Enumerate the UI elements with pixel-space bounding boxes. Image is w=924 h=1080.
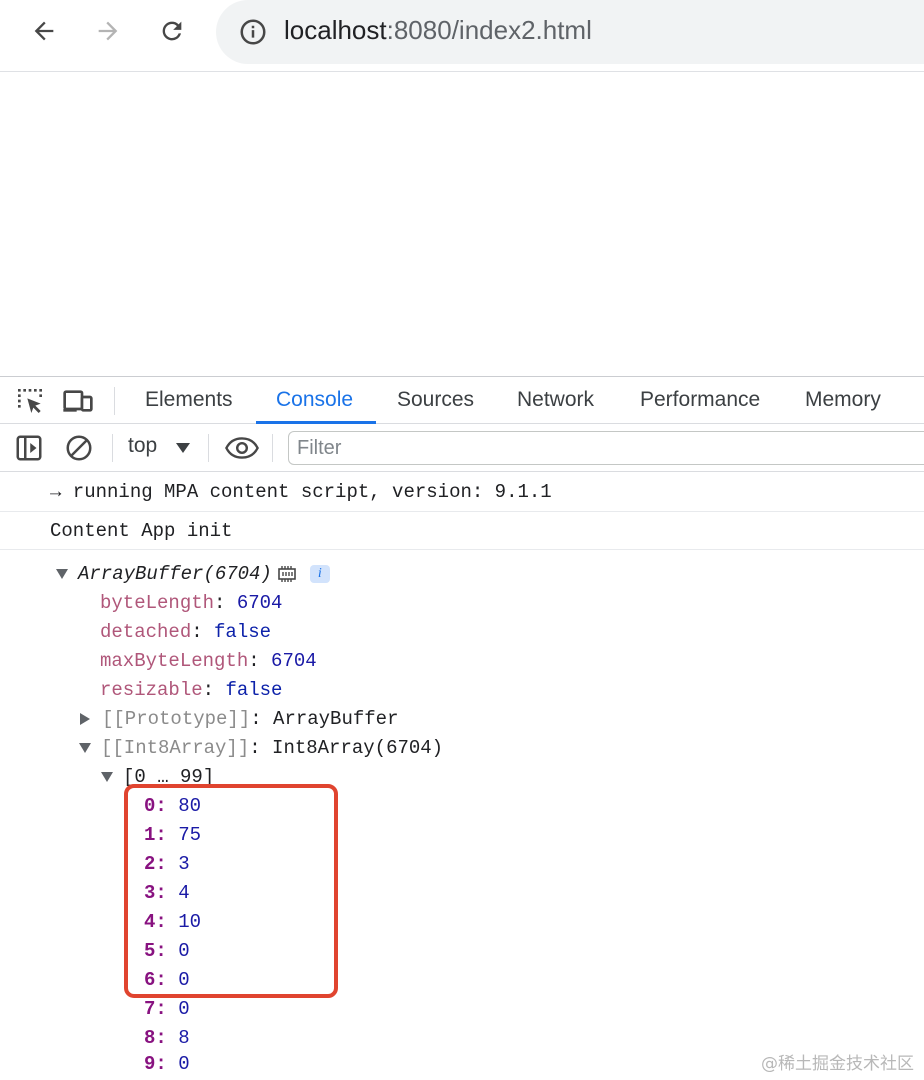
array-item: 7: 0 bbox=[144, 998, 190, 1020]
context-selector[interactable]: top bbox=[128, 434, 157, 458]
memory-inspector-icon[interactable] bbox=[276, 565, 298, 583]
arrow-right-icon bbox=[98, 21, 118, 41]
array-index: 7 bbox=[144, 998, 156, 1020]
tab-sources[interactable]: Sources bbox=[397, 377, 474, 424]
property-value: false bbox=[225, 679, 283, 701]
object-header[interactable]: ArrayBuffer(6704) i bbox=[56, 560, 330, 589]
array-index: 8 bbox=[144, 1027, 156, 1049]
url-host: localhost bbox=[284, 15, 387, 45]
property-value: Int8Array(6704) bbox=[272, 737, 444, 759]
property-key: [[Int8Array]] bbox=[101, 737, 250, 759]
forward-button[interactable] bbox=[88, 11, 128, 51]
array-item: 8: 8 bbox=[144, 1027, 190, 1049]
console-message-text: Content App init bbox=[50, 520, 233, 542]
arrow-left-icon bbox=[34, 21, 54, 41]
console-message-text: → running MPA content script, version: 9… bbox=[50, 481, 552, 503]
array-item: 9: 0 bbox=[144, 1053, 190, 1075]
property-key: resizable bbox=[100, 679, 203, 701]
expand-triangle-icon[interactable] bbox=[101, 771, 113, 782]
property-value: ArrayBuffer bbox=[273, 708, 399, 730]
device-toolbar-icon[interactable] bbox=[62, 385, 94, 417]
tab-console[interactable]: Console bbox=[276, 377, 353, 424]
array-value: 0 bbox=[178, 1053, 190, 1075]
int8array-row[interactable]: [[Int8Array]]: Int8Array(6704) bbox=[79, 734, 443, 763]
expand-triangle-icon[interactable] bbox=[79, 742, 91, 753]
tab-memory[interactable]: Memory bbox=[805, 377, 881, 424]
console-toolbar: top bbox=[0, 424, 924, 472]
object-header-text: ArrayBuffer(6704) bbox=[78, 563, 272, 585]
array-value: 8 bbox=[178, 1027, 190, 1049]
eye-icon[interactable] bbox=[224, 433, 260, 463]
info-icon[interactable] bbox=[238, 17, 268, 47]
url-path: :8080/index2.html bbox=[386, 15, 592, 45]
inspect-element-icon[interactable] bbox=[14, 385, 46, 417]
property-value: false bbox=[214, 621, 272, 643]
sidebar-toggle-icon[interactable] bbox=[14, 433, 44, 463]
property-key: byteLength bbox=[100, 592, 215, 614]
toolbar-divider bbox=[208, 434, 209, 462]
clear-console-icon[interactable] bbox=[64, 433, 94, 463]
prototype-row[interactable]: [[Prototype]]: ArrayBuffer bbox=[80, 705, 398, 734]
toolbar-divider bbox=[114, 387, 115, 415]
expand-triangle-icon[interactable] bbox=[80, 712, 90, 725]
property-value: 6704 bbox=[236, 592, 283, 614]
back-button[interactable] bbox=[24, 11, 64, 51]
property-value: 6704 bbox=[271, 650, 317, 672]
highlight-annotation-box bbox=[124, 784, 338, 998]
toolbar-divider bbox=[112, 434, 113, 462]
console-message: → running MPA content script, version: 9… bbox=[0, 472, 924, 512]
array-value: 0 bbox=[178, 998, 190, 1020]
property-row: detached: false bbox=[100, 621, 272, 643]
chevron-down-icon[interactable] bbox=[176, 443, 190, 453]
array-index: 9 bbox=[144, 1053, 156, 1075]
tab-performance[interactable]: Performance bbox=[640, 377, 760, 424]
reload-icon bbox=[162, 21, 182, 41]
property-key: maxByteLength bbox=[100, 650, 249, 672]
tab-elements[interactable]: Elements bbox=[145, 377, 233, 424]
reload-button[interactable] bbox=[152, 11, 192, 51]
url-text[interactable]: localhost:8080/index2.html bbox=[284, 15, 592, 46]
console-message: Content App init bbox=[0, 512, 924, 550]
property-key: [[Prototype]] bbox=[102, 708, 251, 730]
devtools-tabbar: Elements Console Sources Network Perform… bbox=[0, 376, 924, 424]
filter-input[interactable] bbox=[288, 431, 924, 465]
info-badge[interactable]: i bbox=[309, 564, 330, 583]
expand-triangle-icon[interactable] bbox=[56, 568, 68, 579]
property-row: byteLength: 6704 bbox=[100, 592, 283, 614]
property-row: resizable: false bbox=[100, 679, 283, 701]
property-row: maxByteLength: 6704 bbox=[100, 650, 317, 672]
toolbar-divider bbox=[272, 434, 273, 462]
tab-network[interactable]: Network bbox=[517, 377, 594, 424]
property-key: detached bbox=[100, 621, 192, 643]
address-bar[interactable]: localhost:8080/index2.html bbox=[216, 0, 924, 64]
watermark: @稀土掘金技术社区 bbox=[761, 1054, 914, 1074]
browser-toolbar: localhost:8080/index2.html bbox=[0, 0, 924, 72]
